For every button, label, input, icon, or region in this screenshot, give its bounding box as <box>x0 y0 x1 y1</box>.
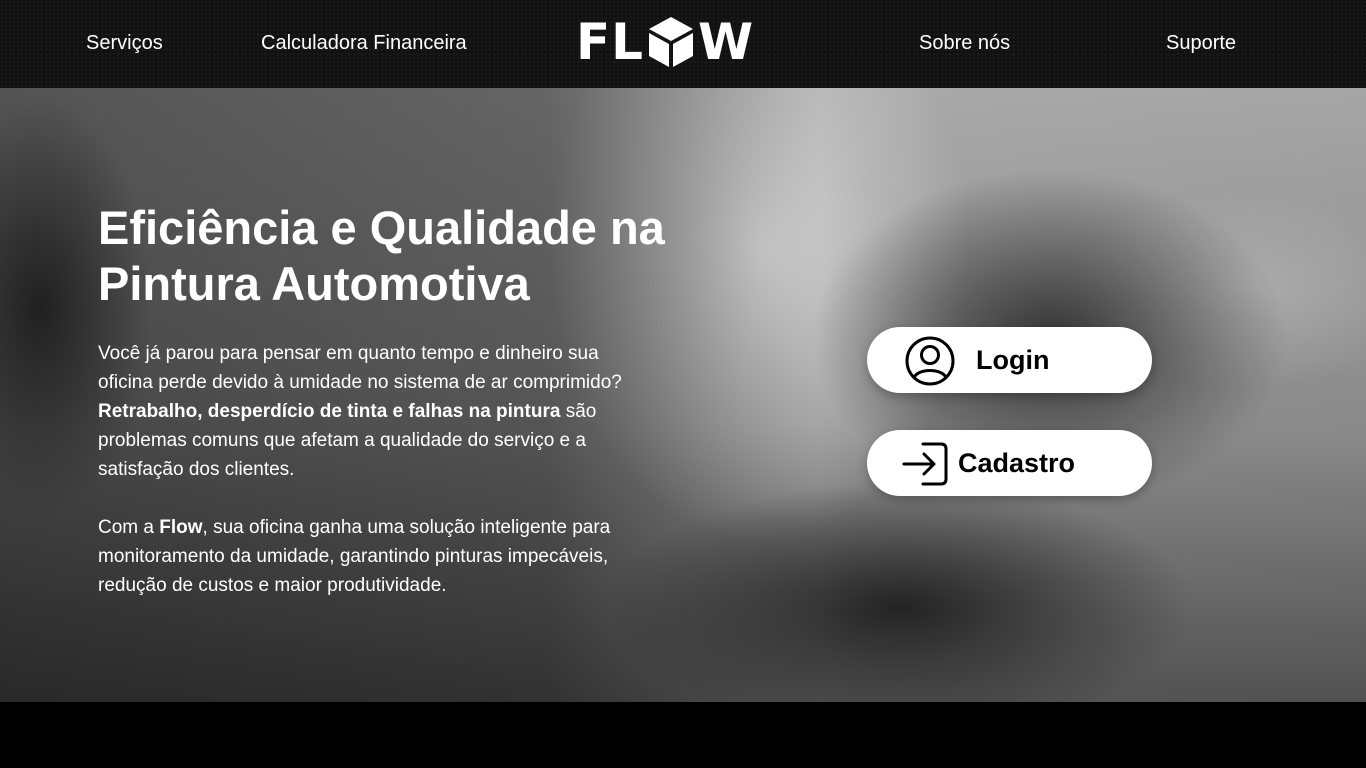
hero-paragraph-problem: Você já parou para pensar em quanto temp… <box>98 339 658 484</box>
flow-logo[interactable]: FL W <box>576 13 754 71</box>
hero-p1-text: Você já parou para pensar em quanto temp… <box>98 343 622 393</box>
hero-p1-bold: Retrabalho, desperdício de tinta e falha… <box>98 401 561 422</box>
footer-band <box>0 702 1366 768</box>
nav-link-calculadora[interactable]: Calculadora Financeira <box>261 31 467 55</box>
hero-p2-bold: Flow <box>159 517 203 538</box>
cadastro-button[interactable]: Cadastro <box>867 430 1152 496</box>
hero-paragraph-solution: Com a Flow, sua oficina ganha uma soluçã… <box>98 513 658 600</box>
hero-p2-text: Com a <box>98 517 160 538</box>
cadastro-label: Cadastro <box>958 448 1076 478</box>
logo-text-right: W <box>698 13 755 71</box>
logo-text-left: FL <box>576 13 645 71</box>
hero-section: Eficiência e Qualidade na Pintura Automo… <box>0 88 1366 702</box>
hero-title: Eficiência e Qualidade na Pintura Automo… <box>98 201 665 310</box>
nav-link-sobre[interactable]: Sobre nós <box>919 31 1010 55</box>
login-label: Login <box>976 345 1050 375</box>
top-navbar: Serviços Calculadora Financeira FL W Sob… <box>0 0 1366 88</box>
sign-in-icon <box>902 442 948 486</box>
nav-link-suporte[interactable]: Suporte <box>1166 31 1236 55</box>
login-button[interactable]: Login <box>867 327 1152 393</box>
nav-link-servicos[interactable]: Serviços <box>86 31 163 55</box>
cube-icon <box>649 17 694 67</box>
user-circle-icon <box>905 336 955 386</box>
